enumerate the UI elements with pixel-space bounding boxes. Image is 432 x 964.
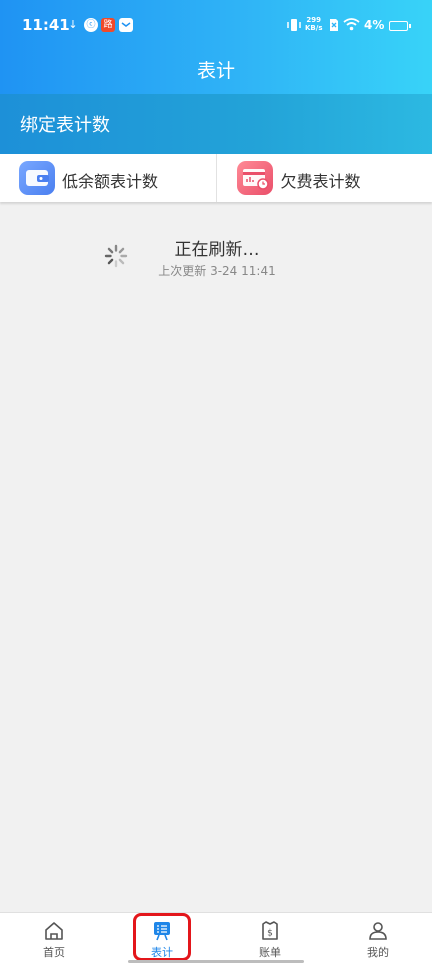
download-icon: ↓ (68, 18, 78, 31)
svg-text:$: $ (267, 929, 273, 939)
bound-meter-count-label: 绑定表计数 (20, 115, 110, 136)
bill-icon: $ (262, 921, 278, 940)
bottom-tab-bar: 首页 表计 $ 账单 我的 (0, 912, 432, 964)
arrears-meter-card[interactable]: 欠费表计数 (215, 154, 432, 202)
home-icon (45, 922, 63, 940)
vibrate-icon (287, 19, 301, 31)
mail-icon (119, 18, 133, 32)
low-balance-meter-card[interactable]: 低余额表计数 (0, 154, 216, 202)
arrears-meter-label: 欠费表计数 (280, 172, 361, 191)
wallet-icon (19, 161, 55, 195)
refresh-status-text: 正在刷新… (174, 240, 260, 260)
profile-icon (369, 922, 387, 940)
status-bar: 11:41 ↓ ⓒ 路 299 KB/s 4% (0, 0, 432, 50)
bound-meter-count-bar[interactable]: 绑定表计数 (0, 94, 432, 154)
sim-icon (330, 19, 338, 31)
tab-home[interactable]: 首页 (0, 913, 108, 964)
app-header: 11:41 ↓ ⓒ 路 299 KB/s 4% 表计 (0, 0, 432, 94)
tab-meter-label: 表计 (151, 946, 173, 959)
meter-icon (154, 922, 170, 941)
page-title: 表计 (196, 60, 235, 82)
home-indicator (128, 960, 304, 963)
meter-category-cards: 低余额表计数 欠费表计数 (0, 154, 432, 202)
tab-bill[interactable]: $ 账单 (216, 913, 324, 964)
tab-home-label: 首页 (43, 946, 65, 959)
tab-profile[interactable]: 我的 (324, 913, 432, 964)
battery-icon (389, 21, 411, 31)
tab-profile-label: 我的 (367, 946, 389, 959)
status-time: 11:41 (22, 16, 70, 34)
pull-refresh-indicator: 正在刷新… 上次更新 3-24 11:41 (0, 235, 432, 285)
network-speed: 299 KB/s (305, 16, 323, 32)
bill-clock-icon (236, 161, 273, 195)
low-balance-meter-label: 低余额表计数 (62, 172, 159, 191)
tab-bill-label: 账单 (259, 946, 281, 959)
app-notification-icon: ⓒ (84, 18, 98, 32)
wifi-icon (343, 18, 360, 31)
app-badge-icon: 路 (101, 18, 115, 32)
battery-percent: 4% (364, 18, 385, 32)
tab-meter[interactable]: 表计 (108, 913, 216, 964)
last-update-time: 上次更新 3-24 11:41 (158, 264, 276, 278)
loading-spinner-icon (104, 244, 128, 268)
